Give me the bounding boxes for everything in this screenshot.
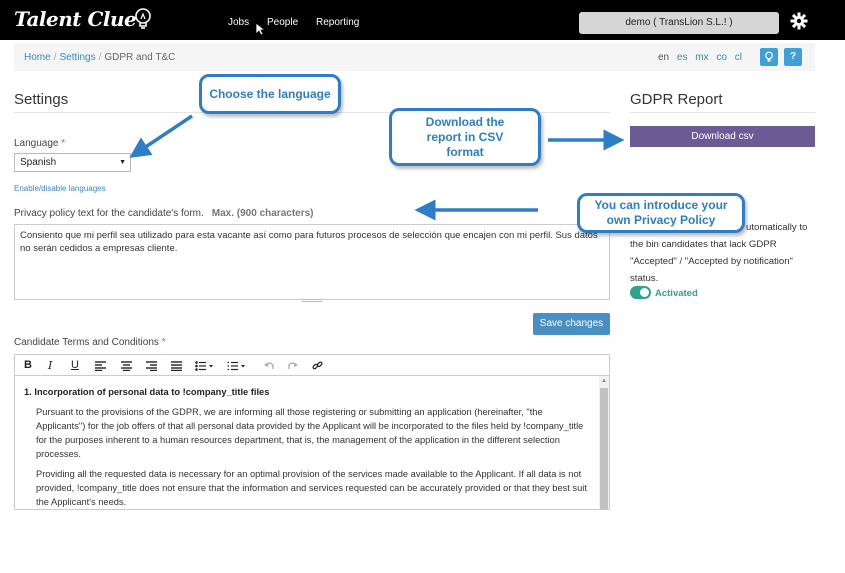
align-left-icon[interactable]: [95, 361, 106, 371]
language-select[interactable]: Spanish ▼: [14, 153, 131, 172]
caret-down-icon: ▼: [119, 159, 126, 166]
undo-icon[interactable]: [264, 361, 274, 370]
lang-mx[interactable]: mx: [695, 52, 708, 63]
lang-en[interactable]: en: [658, 52, 669, 63]
gear-icon[interactable]: [790, 12, 808, 30]
terms-label-text: Candidate Terms and Conditions: [14, 337, 159, 348]
breadcrumb-current: GDPR and T&C: [104, 52, 176, 63]
tips-button[interactable]: [760, 48, 778, 66]
lightbulb-logo-icon: [135, 8, 151, 29]
breadcrumb-separator: /: [53, 52, 57, 63]
terms-editor-content: 1. Incorporation of personal data to !co…: [24, 385, 589, 509]
breadcrumb-settings[interactable]: Settings: [59, 52, 95, 63]
scrollbar-thumb[interactable]: [600, 388, 608, 509]
nav-reporting[interactable]: Reporting: [316, 17, 359, 28]
auto-text-line: status.: [630, 273, 659, 284]
terms-item-number: 1.: [24, 387, 32, 397]
callout-download-report: Download the report in CSV format: [389, 108, 541, 166]
arrow-to-language: [129, 114, 193, 158]
download-csv-button[interactable]: Download csv: [630, 126, 815, 147]
privacy-policy-label-text: Privacy policy text for the candidate's …: [14, 208, 204, 219]
callout-privacy-policy: You can introduce your own Privacy Polic…: [577, 193, 745, 233]
settings-heading: Settings: [14, 91, 69, 108]
mouse-cursor-icon: [255, 22, 265, 36]
enable-languages-link[interactable]: Enable/disable languages: [14, 184, 106, 193]
required-mark: *: [61, 138, 66, 149]
breadcrumb-bar: Home / Settings / GDPR and T&C en es mx co c…: [14, 43, 815, 71]
editor-toolbar: B I U: [14, 354, 610, 375]
help-button[interactable]: ?: [784, 48, 802, 66]
auto-text-line: the bin candidates that lack GDPR: [630, 239, 777, 250]
app-logo[interactable]: Talent Clue: [14, 7, 137, 31]
breadcrumb: Home / Settings / GDPR and T&C: [24, 52, 175, 63]
nav-jobs[interactable]: Jobs: [228, 17, 249, 28]
bold-icon[interactable]: B: [24, 359, 32, 371]
numbered-list-icon[interactable]: [227, 361, 245, 371]
lang-cl[interactable]: cl: [735, 52, 742, 63]
company-selector[interactable]: demo ( TransLion S.L.! ): [579, 12, 779, 34]
privacy-policy-label: Privacy policy text for the candidate's …: [14, 208, 314, 219]
italic-icon[interactable]: I: [48, 359, 52, 372]
editor-scrollbar[interactable]: ▲: [599, 376, 609, 509]
bullet-list-icon[interactable]: [195, 361, 213, 371]
redo-icon[interactable]: [288, 361, 298, 370]
scroll-up-icon[interactable]: ▲: [601, 378, 607, 384]
textarea-resize-handle[interactable]: [302, 299, 322, 302]
privacy-policy-textarea[interactable]: Consiento que mi perfil sea utilizado pa…: [14, 224, 610, 300]
terms-paragraph: Providing all the requested data is nece…: [36, 469, 587, 507]
lang-es[interactable]: es: [677, 52, 688, 63]
terms-paragraph: Pursuant to the provisions of the GDPR, …: [36, 407, 584, 459]
toggle-knob: [640, 288, 649, 297]
terms-editor[interactable]: 1. Incorporation of personal data to !co…: [14, 375, 610, 510]
callout-choose-language: Choose the language: [199, 74, 341, 114]
language-label-text: Language: [14, 138, 59, 149]
language-label: Language *: [14, 138, 65, 149]
lightbulb-icon: [765, 51, 773, 62]
language-select-value: Spanish: [20, 157, 57, 168]
top-navigation-bar: Talent Clue Jobs People Reporting demo (…: [0, 0, 845, 40]
align-justify-icon[interactable]: [171, 361, 182, 371]
divider: [630, 112, 815, 113]
gdpr-report-heading: GDPR Report: [630, 91, 723, 108]
nav-people[interactable]: People: [267, 17, 298, 28]
breadcrumb-home[interactable]: Home: [24, 52, 51, 63]
required-mark: *: [161, 337, 166, 348]
toggle-status: Activated: [655, 288, 698, 299]
breadcrumb-separator: /: [98, 52, 102, 63]
auto-delete-toggle[interactable]: [630, 286, 651, 299]
align-right-icon[interactable]: [146, 361, 157, 371]
link-icon[interactable]: [312, 360, 323, 371]
auto-text-line: "Accepted" / "Accepted by notification": [630, 256, 793, 267]
terms-label: Candidate Terms and Conditions *: [14, 337, 166, 348]
save-changes-button[interactable]: Save changes: [533, 313, 610, 335]
align-center-icon[interactable]: [121, 361, 132, 371]
lang-co[interactable]: co: [716, 52, 727, 63]
terms-item-heading: 1. Incorporation of personal data to !co…: [24, 385, 589, 399]
terms-item-title: Incorporation of personal data to !compa…: [34, 387, 270, 397]
privacy-max-chars: Max. (900 characters): [211, 208, 314, 219]
language-switcher: en es mx co cl: [658, 52, 747, 63]
underline-icon[interactable]: U: [71, 359, 79, 371]
